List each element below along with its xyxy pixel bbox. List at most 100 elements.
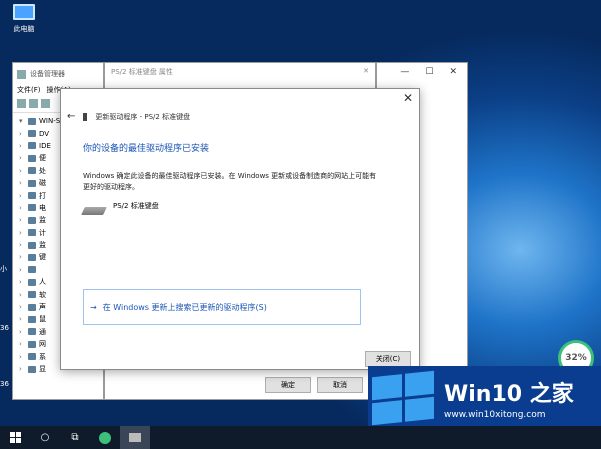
device-category-icon — [28, 365, 36, 373]
desktop-partial-label-2: 36 — [0, 324, 9, 332]
dialog-heading: 你的设备的最佳驱动程序已安装 — [83, 144, 210, 154]
arrow-right-icon: → — [90, 302, 97, 312]
close-icon[interactable]: ✕ — [449, 67, 457, 77]
taskbar-app-device-manager[interactable] — [120, 426, 150, 449]
chevron-right-icon[interactable]: › — [19, 241, 25, 249]
chevron-right-icon[interactable]: › — [19, 253, 25, 261]
tree-item-label: 计 — [39, 228, 46, 237]
dialog-description: Windows 确定此设备的最佳驱动程序已安装。在 Windows 更新或设备制… — [83, 172, 377, 191]
maximize-icon[interactable]: ☐ — [425, 67, 433, 77]
chevron-down-icon[interactable]: ▾ — [19, 117, 25, 125]
tree-item-label: 网 — [39, 340, 46, 349]
back-arrow-icon[interactable]: ← — [67, 111, 75, 122]
chevron-right-icon[interactable]: › — [19, 142, 25, 150]
cortana-circle-icon: ○ — [40, 432, 50, 443]
back-arrow-icon[interactable] — [17, 99, 26, 108]
tree-item-label: 打 — [39, 191, 46, 200]
windows-start-icon — [9, 432, 21, 443]
tree-item-label: 显 — [39, 365, 46, 373]
tree-item-label: 系 — [39, 352, 46, 361]
device-category-icon — [28, 253, 36, 261]
ok-button[interactable]: 确定 — [265, 377, 311, 393]
watermark-url: www.win10xitong.com — [444, 410, 546, 420]
taskbar-app-security[interactable] — [90, 426, 120, 449]
tree-item-label: 便 — [39, 154, 46, 163]
start-button[interactable] — [0, 426, 30, 449]
dialog-header: ← 更新驱动程序 - PS/2 标准键盘 — [67, 111, 190, 122]
chevron-right-icon[interactable]: › — [19, 315, 25, 323]
device-entry: PS/2 标准键盘 — [81, 201, 159, 215]
device-category-icon — [28, 315, 36, 323]
task-view-icon: ⧉ — [71, 432, 79, 443]
device-category-icon — [28, 167, 36, 175]
search-button[interactable]: ○ — [30, 426, 60, 449]
tree-item-label: IDE — [39, 141, 51, 150]
chevron-right-icon[interactable]: › — [19, 229, 25, 237]
properties-footer: 确定 取消 — [265, 377, 363, 393]
desktop-partial-label-3: 36 — [0, 380, 9, 388]
chevron-right-icon[interactable]: › — [19, 192, 25, 200]
search-windows-update-label: 在 Windows 更新上搜索已更新的驱动程序(S) — [102, 302, 267, 312]
device-category-icon — [28, 192, 36, 200]
search-windows-update-link[interactable]: → 在 Windows 更新上搜索已更新的驱动程序(S) — [83, 289, 361, 325]
device-category-icon — [28, 204, 36, 212]
chevron-right-icon[interactable]: › — [19, 353, 25, 361]
device-category-icon — [28, 241, 36, 249]
chevron-right-icon[interactable]: › — [19, 154, 25, 162]
device-category-icon — [28, 216, 36, 224]
menu-file[interactable]: 文件(F) — [17, 85, 41, 97]
device-category-icon — [28, 291, 36, 299]
this-pc-desktop-icon[interactable]: 此电脑 — [6, 4, 42, 34]
chevron-right-icon[interactable]: › — [19, 291, 25, 299]
chevron-right-icon[interactable]: › — [19, 328, 25, 336]
window-caption-buttons: — ☐ ✕ — [377, 63, 467, 81]
update-driver-dialog: ✕ ← 更新驱动程序 - PS/2 标准键盘 你的设备的最佳驱动程序已安装 Wi… — [60, 88, 420, 370]
forward-arrow-icon[interactable] — [29, 99, 38, 108]
chevron-right-icon[interactable]: › — [19, 266, 25, 274]
chevron-right-icon[interactable]: › — [19, 179, 25, 187]
chevron-right-icon[interactable]: › — [19, 204, 25, 212]
chevron-right-icon[interactable]: › — [19, 340, 25, 348]
device-manager-titlebar: 设备管理器 — [13, 63, 103, 85]
security-score-value: 32% — [565, 353, 587, 363]
tree-item-label: 监 — [39, 216, 46, 225]
close-icon[interactable]: ✕ — [363, 67, 369, 75]
device-category-icon — [28, 179, 36, 187]
chevron-right-icon[interactable]: › — [19, 365, 25, 373]
tree-item-label: 监 — [39, 241, 46, 250]
tree-item-label: 键 — [39, 253, 46, 262]
task-view-button[interactable]: ⧉ — [60, 426, 90, 449]
chevron-right-icon[interactable]: › — [19, 130, 25, 138]
chevron-right-icon[interactable]: › — [19, 278, 25, 286]
device-category-icon — [28, 340, 36, 348]
properties-title: PS/2 标准键盘 属性 — [111, 68, 173, 76]
tree-item-label: 声 — [39, 303, 46, 312]
computer-icon — [13, 4, 35, 20]
device-manager-app-icon — [17, 69, 26, 79]
device-category-icon — [28, 266, 36, 274]
taskbar: ○ ⧉ — [0, 426, 601, 449]
chevron-right-icon[interactable]: › — [19, 303, 25, 311]
computer-icon — [28, 117, 36, 125]
tree-item-label: 通 — [39, 327, 46, 336]
chevron-right-icon[interactable]: › — [19, 167, 25, 175]
device-category-icon — [28, 229, 36, 237]
properties-titlebar: PS/2 标准键盘 属性 ✕ — [105, 63, 375, 79]
dialog-header-title: 更新驱动程序 - PS/2 标准键盘 — [95, 112, 191, 121]
tree-item-label: 处 — [39, 166, 46, 175]
minimize-icon[interactable]: — — [400, 67, 409, 77]
watermark-banner: Win10 之家 www.win10xitong.com — [368, 366, 601, 430]
device-category-icon — [28, 142, 36, 150]
close-icon[interactable]: ✕ — [403, 91, 413, 105]
keyboard-device-icon — [83, 112, 88, 121]
cancel-button[interactable]: 取消 — [317, 377, 363, 393]
tree-item-label: 人 — [39, 278, 46, 287]
chevron-right-icon[interactable]: › — [19, 216, 25, 224]
device-manager-title: 设备管理器 — [30, 70, 65, 78]
device-category-icon — [28, 328, 36, 336]
device-name: PS/2 标准键盘 — [113, 202, 159, 210]
tree-item-label: 鼠 — [39, 315, 46, 324]
close-button[interactable]: 关闭(C) — [365, 351, 411, 367]
device-category-icon — [28, 154, 36, 162]
properties-icon[interactable] — [41, 99, 50, 108]
